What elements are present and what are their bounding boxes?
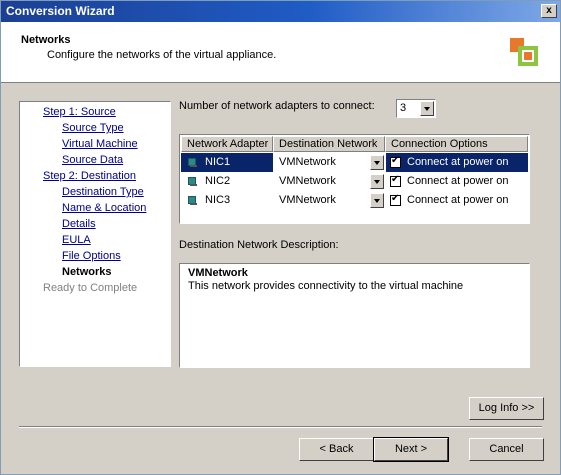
connection-option-label: Connect at power on [407,175,509,187]
next-button[interactable]: Next > [373,437,449,462]
nav-source-type[interactable]: Source Type [62,122,124,134]
back-button[interactable]: < Back [299,438,374,461]
description-body: This network provides connectivity to th… [188,280,464,292]
nav-destination-type[interactable]: Destination Type [62,186,144,198]
network-adapters-grid: Network Adapter Destination Network Conn… [179,134,530,224]
network-description-box: VMNetwork This network provides connecti… [179,263,530,368]
nav-ready-to-complete: Ready to Complete [43,282,138,294]
divider [19,426,542,428]
adapter-cell[interactable]: NIC3 [181,191,273,210]
wizard-header: Networks Configure the networks of the v… [1,22,560,83]
window-title: Conversion Wizard [6,4,115,18]
conversion-wizard-window: Conversion Wizard x Networks Configure t… [0,0,561,475]
description-label: Destination Network Description: [179,239,339,251]
nav-name-location[interactable]: Name & Location [62,202,146,214]
page-subtitle: Configure the networks of the virtual ap… [47,49,277,61]
adapter-count-label: Number of network adapters to connect: [179,100,375,112]
description-title: VMNetwork [188,267,248,279]
nav-source-data[interactable]: Source Data [62,154,123,166]
destination-network-select[interactable]: VMNetwork [275,153,385,172]
destination-network-select[interactable]: VMNetwork [275,191,385,210]
destination-network-select[interactable]: VMNetwork [275,172,385,191]
cancel-button[interactable]: Cancel [469,438,544,461]
connection-option-cell[interactable]: Connect at power on [386,191,528,210]
nav-step-destination[interactable]: Step 2: Destination [43,170,136,182]
nav-step-source[interactable]: Step 1: Source [43,106,116,118]
network-adapter-icon [188,158,197,167]
adapter-cell[interactable]: NIC2 [181,172,273,191]
adapter-count-value: 3 [400,102,407,114]
table-row[interactable]: NIC3 VMNetwork Connect at power on [181,191,528,210]
log-info-button[interactable]: Log Info >> [469,397,544,420]
network-adapter-icon [188,196,197,205]
chevron-down-icon[interactable] [370,155,384,170]
column-header-destination-network[interactable]: Destination Network [273,136,385,152]
nav-details[interactable]: Details [62,218,96,230]
connect-at-power-on-checkbox[interactable] [390,193,401,206]
title-bar[interactable]: Conversion Wizard x [1,1,560,22]
connection-option-cell[interactable]: Connect at power on [386,172,528,191]
close-icon[interactable]: x [541,4,557,18]
network-adapter-icon [188,177,197,186]
connect-at-power-on-checkbox[interactable] [390,155,401,168]
vmware-converter-logo-icon [510,38,538,66]
connect-at-power-on-checkbox[interactable] [390,174,401,187]
connection-option-cell[interactable]: Connect at power on [386,153,528,172]
table-row[interactable]: NIC1 VMNetwork Connect at power on [181,153,528,172]
adapter-name: NIC3 [205,194,231,206]
adapter-name: NIC1 [205,156,231,168]
page-title: Networks [21,34,71,46]
nav-networks-current: Networks [62,266,112,278]
column-header-connection-options[interactable]: Connection Options [385,136,528,152]
adapter-count-select[interactable]: 3 [396,99,436,118]
column-header-network-adapter[interactable]: Network Adapter [181,136,273,152]
chevron-down-icon[interactable] [370,193,384,208]
network-value: VMNetwork [279,194,336,206]
network-value: VMNetwork [279,156,336,168]
connection-option-label: Connect at power on [407,156,509,168]
adapter-cell[interactable]: NIC1 [181,153,273,172]
connection-option-label: Connect at power on [407,194,509,206]
chevron-down-icon[interactable] [420,101,434,116]
adapter-name: NIC2 [205,175,231,187]
table-row[interactable]: NIC2 VMNetwork Connect at power on [181,172,528,191]
nav-file-options[interactable]: File Options [62,250,121,262]
wizard-steps-panel: Step 1: Source Source Type Virtual Machi… [19,101,171,367]
nav-virtual-machine[interactable]: Virtual Machine [62,138,138,150]
chevron-down-icon[interactable] [370,174,384,189]
network-value: VMNetwork [279,175,336,187]
nav-eula[interactable]: EULA [62,234,91,246]
